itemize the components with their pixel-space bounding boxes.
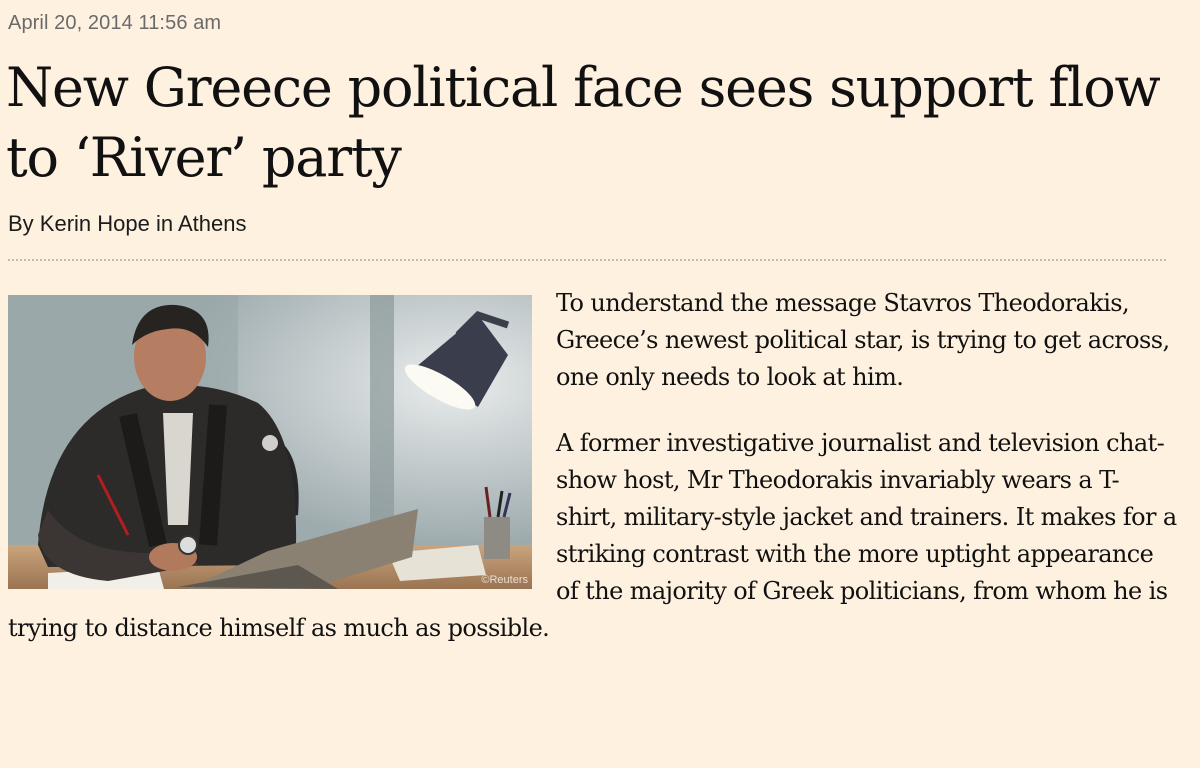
article-timestamp: April 20, 2014 11:56 am [8, 12, 222, 34]
dotted-divider [8, 259, 1166, 261]
article-byline: By Kerin Hope in Athens [8, 211, 247, 236]
article-body: To understand the message Stavros Theodo… [8, 285, 1178, 676]
article-headline: New Greece political face sees support f… [6, 56, 1161, 189]
photo-float-spacer [8, 285, 556, 603]
